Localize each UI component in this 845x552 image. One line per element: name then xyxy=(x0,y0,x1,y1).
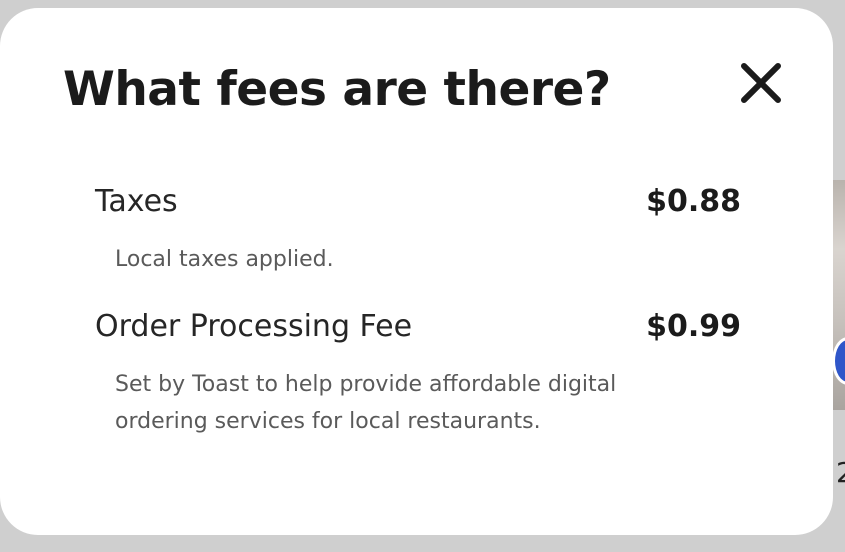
fee-description: Set by Toast to help provide affordable … xyxy=(115,372,617,434)
fee-name: Order Processing Fee xyxy=(95,309,413,344)
fee-row-taxes: Taxes $0.88 xyxy=(95,184,741,219)
fee-name: Taxes xyxy=(95,184,178,219)
fee-description: Local taxes applied. xyxy=(115,247,334,272)
fee-row-order-processing: Order Processing Fee $0.99 xyxy=(95,309,741,344)
close-button[interactable] xyxy=(738,60,784,106)
fee-amount: $0.88 xyxy=(646,184,741,219)
fee-amount: $0.99 xyxy=(646,309,741,344)
background-item-text: 2 xyxy=(836,456,845,489)
fees-modal: What fees are there? Taxes $0.88 Local t… xyxy=(0,8,833,535)
modal-title: What fees are there? xyxy=(63,62,611,117)
close-icon xyxy=(741,63,781,103)
